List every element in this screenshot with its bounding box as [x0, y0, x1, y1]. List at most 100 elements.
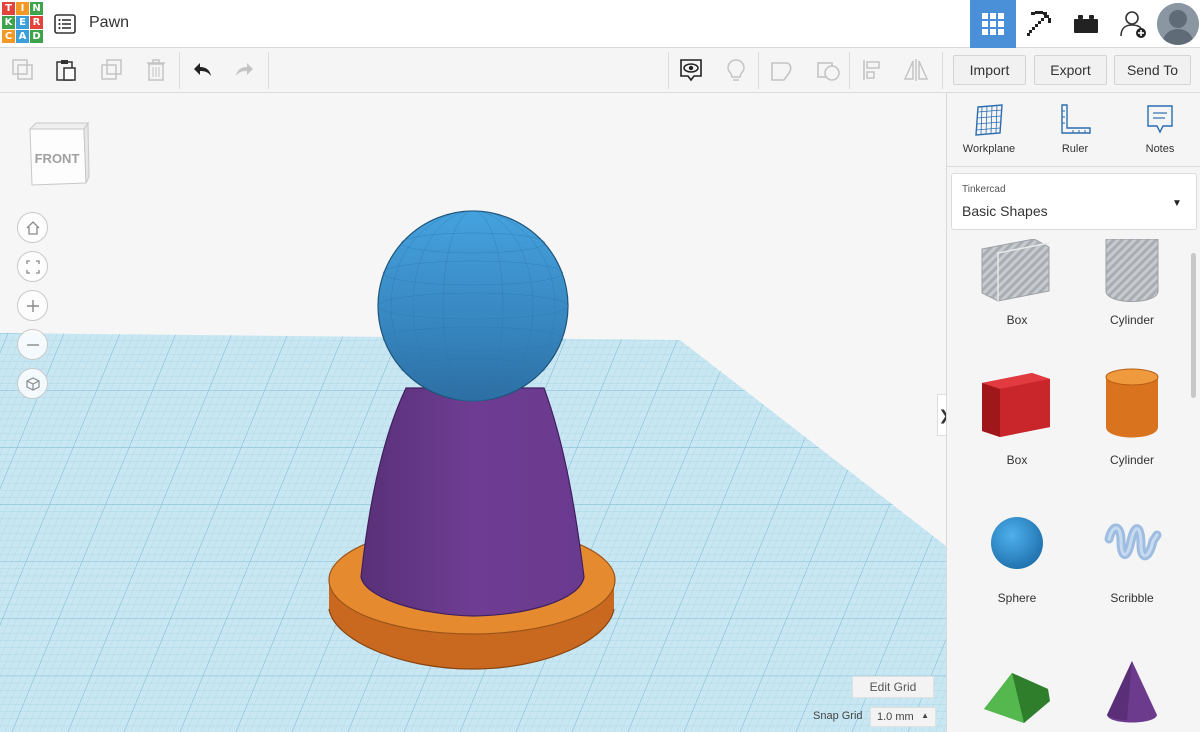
library-provider: Tinkercad — [962, 184, 1006, 195]
shape-roof[interactable] — [972, 653, 1062, 732]
logo-letter: A — [16, 30, 29, 43]
workplane-icon — [975, 104, 1003, 136]
ruler-label: Ruler — [1061, 143, 1089, 155]
add-user-icon[interactable] — [1111, 0, 1157, 48]
lightbulb-icon[interactable] — [722, 56, 750, 84]
caret-down-icon: ▼ — [1172, 198, 1182, 209]
duplicate-icon[interactable] — [98, 56, 126, 84]
undo-icon[interactable] — [188, 56, 216, 84]
bricks-icon[interactable] — [1063, 0, 1109, 48]
edit-toolbar: Import Export Send To — [0, 48, 1200, 93]
notes-tool[interactable]: Notes — [1125, 103, 1195, 163]
toolbar-separator — [849, 52, 850, 89]
avatar[interactable] — [1157, 3, 1199, 45]
mirror-icon[interactable] — [902, 56, 930, 84]
tinkercad-logo[interactable]: T I N K E R C A D — [2, 2, 43, 45]
zoom-out-icon — [26, 343, 39, 346]
shape-label: Cylinder — [1109, 313, 1154, 327]
logo-letter: C — [2, 30, 15, 43]
cone-body[interactable] — [360, 387, 585, 617]
panel-divider — [947, 166, 1200, 167]
scribble-icon — [1104, 523, 1162, 561]
toolbar-separator — [758, 52, 759, 89]
shape-cylinder[interactable]: Cylinder — [1087, 365, 1177, 475]
shape-label: Box — [1006, 453, 1028, 467]
shape-sphere[interactable]: Sphere — [972, 511, 1062, 621]
logo-letter: R — [30, 16, 43, 29]
cone-icon — [1107, 661, 1157, 723]
fit-view-button[interactable] — [17, 251, 48, 282]
zoom-out-button[interactable] — [17, 329, 48, 360]
view-cube-front-label: FRONT — [35, 151, 80, 166]
toolbar-separator — [668, 52, 669, 89]
shape-list[interactable]: Box Cylinder Box Cylinder Sphere Scribbl… — [947, 239, 1200, 732]
redo-icon[interactable] — [231, 56, 259, 84]
right-panel: Workplane Ruler Notes Tinkercad Basic Sh… — [946, 93, 1200, 732]
group-icon[interactable] — [768, 56, 796, 84]
shape-label: Box — [1006, 313, 1028, 327]
shape-cone[interactable] — [1087, 653, 1177, 732]
snap-grid-select[interactable]: 1.0 mm ▲ — [870, 707, 936, 727]
zoom-in-icon — [26, 299, 39, 312]
import-button[interactable]: Import — [953, 55, 1026, 85]
design-title[interactable]: Pawn — [89, 14, 129, 32]
snap-grid-label: Snap Grid — [813, 710, 863, 722]
box-hole-icon — [981, 239, 1050, 302]
tinkercad-app: T I N K E R C A D Pawn Import Export Sen… — [0, 0, 1200, 732]
snap-grid-value: 1.0 mm — [877, 711, 914, 723]
logo-letter: D — [30, 30, 43, 43]
shape-library-dropdown[interactable]: Tinkercad Basic Shapes ▼ — [951, 173, 1197, 230]
roof-icon — [984, 673, 1050, 723]
workplane-label: Workplane — [962, 143, 1016, 155]
ruler-tool[interactable]: Ruler — [1040, 103, 1110, 163]
shape-box[interactable]: Box — [972, 365, 1062, 475]
3d-viewport[interactable]: FRONT Edit Grid Snap Grid 1.0 mm ▲ — [0, 93, 946, 732]
home-icon — [26, 220, 39, 235]
shape-cylinder-hole[interactable]: Cylinder — [1087, 239, 1177, 349]
delete-icon[interactable] — [142, 56, 170, 84]
send-to-button[interactable]: Send To — [1114, 55, 1191, 85]
shape-label: Scribble — [1110, 591, 1154, 605]
logo-letter: N — [30, 2, 43, 15]
logo-letter: I — [16, 2, 29, 15]
logo-letter: K — [2, 16, 15, 29]
perspective-toggle-button[interactable] — [17, 368, 48, 399]
align-icon[interactable] — [859, 56, 887, 84]
notes-label: Notes — [1145, 143, 1175, 155]
notes-visibility-icon[interactable] — [677, 56, 705, 84]
3d-design-grid-icon[interactable] — [970, 0, 1016, 48]
copy-icon[interactable] — [9, 56, 37, 84]
box-icon — [982, 373, 1050, 437]
shape-scribble[interactable]: Scribble — [1087, 511, 1177, 621]
sphere-icon — [991, 517, 1043, 569]
workplane-tool[interactable]: Workplane — [954, 103, 1024, 163]
logo-letter: E — [16, 16, 29, 29]
toolbar-separator — [268, 52, 269, 89]
shape-box-hole[interactable]: Box — [972, 239, 1062, 349]
panel-scrollbar[interactable] — [1191, 253, 1196, 398]
zoom-in-button[interactable] — [17, 290, 48, 321]
notes-icon — [1147, 105, 1173, 134]
view-cube[interactable]: FRONT — [26, 121, 90, 191]
perspective-icon — [25, 376, 40, 391]
toolbar-separator — [179, 52, 180, 89]
paste-icon[interactable] — [52, 56, 80, 84]
home-view-button[interactable] — [17, 212, 48, 243]
caret-up-icon: ▲ — [921, 711, 929, 720]
ruler-icon — [1061, 104, 1091, 134]
shape-label: Sphere — [997, 591, 1037, 605]
export-button[interactable]: Export — [1034, 55, 1107, 85]
ungroup-icon[interactable] — [814, 56, 842, 84]
shape-label: Cylinder — [1109, 453, 1154, 467]
top-bar: T I N K E R C A D Pawn — [0, 0, 1200, 48]
edit-grid-button[interactable]: Edit Grid — [852, 676, 934, 698]
design-list-icon[interactable] — [54, 13, 76, 35]
sphere-head[interactable] — [377, 210, 569, 402]
fit-view-icon — [25, 259, 40, 274]
workplane-scene[interactable] — [0, 93, 946, 732]
toolbar-separator — [942, 52, 943, 89]
codeblocks-pickaxe-icon[interactable] — [1017, 0, 1063, 48]
logo-letter: T — [2, 2, 15, 15]
library-name: Basic Shapes — [962, 203, 1048, 219]
cylinder-icon — [1105, 368, 1159, 438]
